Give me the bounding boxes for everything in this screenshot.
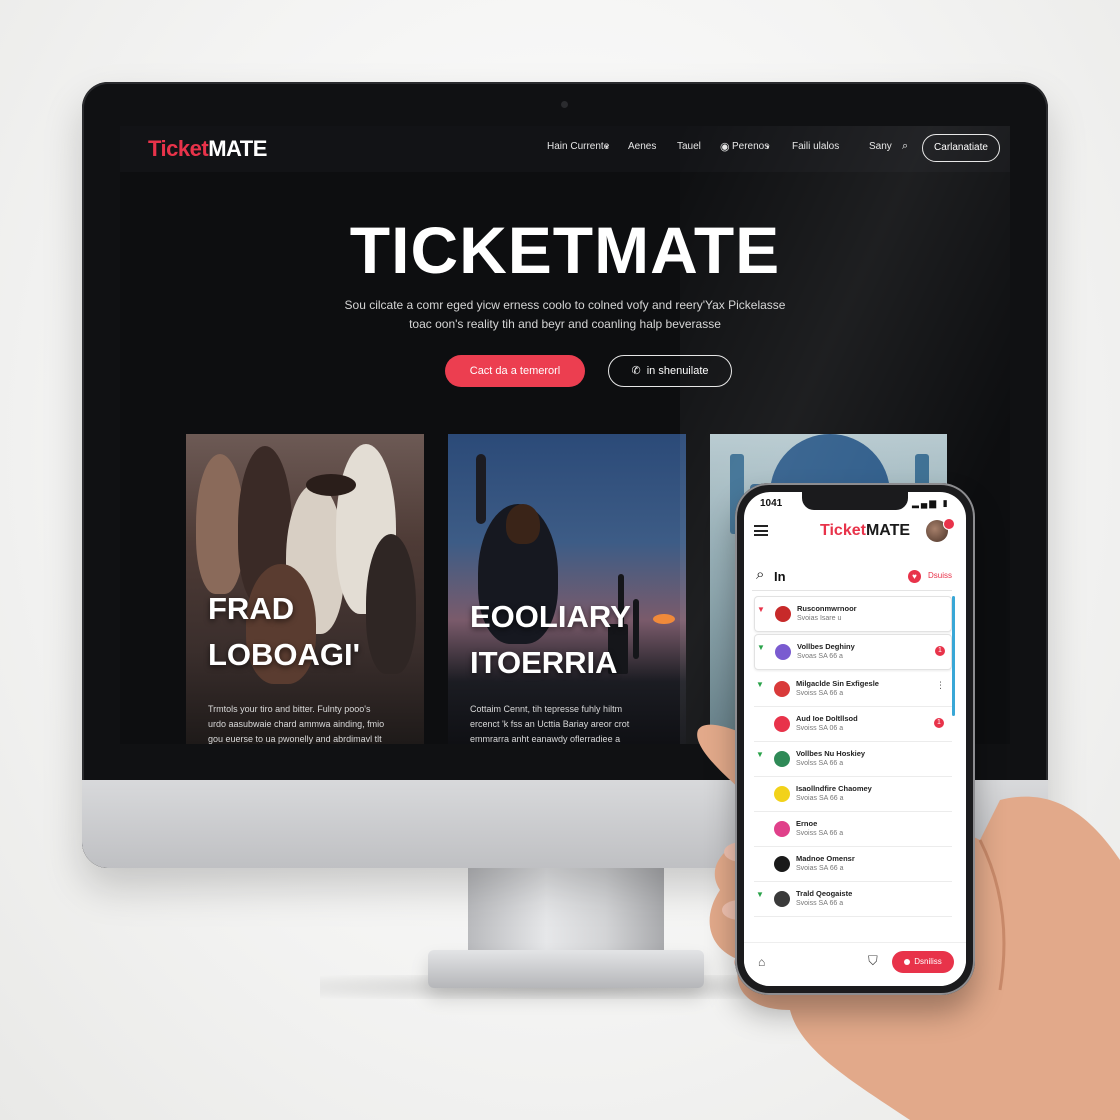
list-item-title: Vollbes Deghiny bbox=[797, 642, 855, 651]
nav-cta-button[interactable]: Carlanatiate bbox=[922, 134, 1000, 162]
event-thumbnail-icon bbox=[774, 716, 790, 732]
secondary-cta-button[interactable]: ✆ in shenuilate bbox=[608, 355, 732, 387]
status-bar-icons: ▂▄▆ ▮ bbox=[912, 498, 950, 508]
site-navbar: TicketMATE Hain Currente ▾ Aenes Tauel ◉… bbox=[120, 126, 1010, 172]
secondary-cta-label: in shenuilate bbox=[646, 365, 709, 377]
status-bar-time: 1041 bbox=[760, 498, 783, 509]
nav-link-3[interactable]: Tauel bbox=[677, 141, 701, 152]
list-item-subtitle: Svoiss SA 66 a bbox=[796, 690, 844, 697]
search-bar[interactable]: ⌕ In ♥ Dsuiss bbox=[752, 564, 952, 591]
search-icon: ⌕ bbox=[756, 566, 765, 583]
chevron-down-icon: ▾ bbox=[766, 144, 770, 151]
nav-link-6[interactable]: Sany bbox=[869, 141, 892, 152]
menu-icon[interactable] bbox=[754, 525, 768, 536]
event-thumbnail-icon bbox=[775, 606, 791, 622]
app-logo-part-mate: MATE bbox=[865, 522, 911, 539]
list-item-title: Madnoe Omensr bbox=[796, 854, 855, 863]
event-card-1-description: Trmtols your tiro and bitter. Fulnty poo… bbox=[208, 704, 385, 744]
event-thumbnail-icon bbox=[774, 681, 790, 697]
list-item-title: Rusconmwrnoor bbox=[797, 604, 857, 613]
logo-part-mate: MATE bbox=[208, 136, 267, 161]
list-item-title: Ernoe bbox=[796, 819, 818, 828]
site-logo[interactable]: TicketMATE bbox=[148, 136, 267, 162]
checkmark-icon: ▼ bbox=[756, 750, 764, 759]
bottom-tab-bar: ⌂ ⛉ Dsniliss bbox=[744, 942, 966, 986]
event-thumbnail-icon bbox=[774, 856, 790, 872]
event-thumbnail-icon bbox=[774, 891, 790, 907]
checkmark-icon: ▼ bbox=[757, 605, 765, 614]
checkmark-icon: ▼ bbox=[756, 680, 764, 689]
list-item-title: Isaollndfire Chaomey bbox=[796, 784, 872, 793]
tab-cta-button[interactable]: Dsniliss bbox=[892, 951, 954, 973]
nav-link-1[interactable]: Hain Currente bbox=[547, 141, 609, 152]
phone-notch bbox=[802, 492, 908, 510]
monitor-stand-base bbox=[428, 950, 704, 988]
list-item-subtitle: Svoiss SA 66 a bbox=[796, 900, 844, 907]
list-item-badge: 1 bbox=[934, 718, 944, 728]
list-item[interactable]: Ernoe Svoiss SA 66 a bbox=[754, 812, 952, 847]
nav-link-5[interactable]: Faili ulalos bbox=[792, 141, 839, 152]
list-item[interactable]: ▼ Vollbes Nu Hoskiey Svolss SA 66 a bbox=[754, 742, 952, 777]
app-logo-part-ticket: Ticket bbox=[820, 522, 866, 539]
hero-subtitle-line-2: toac oon's reality tih and beyr and coan… bbox=[409, 317, 721, 331]
event-card-1-title: FRAD LOBOAGI' bbox=[208, 591, 361, 672]
list-item[interactable]: ▼ Vollbes Deghiny Svoas SA 66 a 1 bbox=[754, 634, 952, 670]
nav-link-4[interactable]: Perenos bbox=[732, 141, 769, 152]
search-icon[interactable]: ⌕ bbox=[902, 140, 908, 153]
heart-icon[interactable]: ♥ bbox=[908, 570, 921, 583]
hero-subtitle-line-1: Sou cilcate a comr eged yicw erness cool… bbox=[344, 298, 786, 312]
list-item[interactable]: Madnoe Omensr Svoias SA 66 a bbox=[754, 847, 952, 882]
primary-cta-button[interactable]: Cact da a temerorl bbox=[445, 355, 585, 387]
more-icon[interactable]: ⋮ bbox=[936, 680, 945, 691]
dot-icon bbox=[904, 958, 911, 965]
event-card-1[interactable]: FRAD LOBOAGI' Trmtols your tiro and bitt… bbox=[186, 434, 424, 744]
list-item[interactable]: Isaollndfire Chaomey Svoias SA 66 a bbox=[754, 777, 952, 812]
list-item-subtitle: Svoiss SA 06 a bbox=[796, 725, 844, 732]
list-item-subtitle: Svoiss SA 66 a bbox=[796, 830, 844, 837]
list-item[interactable]: ▼ Rusconmwrnoor Svoias Isare u bbox=[754, 596, 952, 632]
event-card-2[interactable]: EOOLIARY ITOERRIA Cottaim Cennt, tih tep… bbox=[448, 434, 686, 744]
hero-title: TICKETMATE bbox=[349, 213, 781, 287]
list-item-subtitle: Svoas SA 66 a bbox=[797, 653, 843, 660]
list-item-title: Milgaclde Sin Exfigesle bbox=[796, 679, 879, 688]
notification-badge bbox=[943, 518, 955, 530]
mobile-app-screen: 1041 ▂▄▆ ▮ TicketMATE ⌕ In ♥ Dsuiss ▼ Rus… bbox=[744, 492, 966, 986]
event-list: ▼ Rusconmwrnoor Svoias Isare u ▼ Vollbes Deg… bbox=[754, 596, 952, 936]
app-logo: TicketMATE bbox=[820, 522, 910, 540]
event-thumbnail-icon bbox=[774, 821, 790, 837]
globe-icon: ◉ bbox=[720, 141, 730, 153]
list-item[interactable]: ▼ Trald Qeogaiste Svoiss SA 66 a bbox=[754, 882, 952, 917]
list-item-title: Trald Qeogaiste bbox=[796, 889, 853, 898]
list-item-badge: 1 bbox=[935, 646, 945, 656]
list-item-subtitle: Svoias Isare u bbox=[797, 615, 842, 622]
logo-part-ticket: Ticket bbox=[148, 136, 209, 161]
shield-icon[interactable]: ⛉ bbox=[868, 953, 878, 969]
nav-link-2[interactable]: Aenes bbox=[628, 141, 656, 152]
checkmark-icon: ▼ bbox=[757, 643, 765, 652]
list-item[interactable]: Aud Ioe Doltllsod Svoiss SA 06 a 1 bbox=[754, 707, 952, 742]
event-card-2-title: EOOLIARY ITOERRIA bbox=[470, 599, 631, 680]
filter-label[interactable]: Dsuiss bbox=[928, 571, 952, 580]
list-item-subtitle: Svolss SA 66 a bbox=[796, 760, 844, 767]
event-card-2-description: Cottaim Cennt, tih tepresse fuhly hiltm … bbox=[470, 704, 630, 744]
scrollbar[interactable] bbox=[952, 596, 955, 716]
webcam-icon bbox=[561, 101, 568, 108]
home-icon[interactable]: ⌂ bbox=[758, 955, 765, 969]
list-item[interactable]: ▼ Milgaclde Sin Exfigesle Svoiss SA 66 a ⋮ bbox=[754, 672, 952, 707]
list-item-title: Vollbes Nu Hoskiey bbox=[796, 749, 866, 758]
list-item-subtitle: Svoias SA 66 a bbox=[796, 795, 844, 802]
event-thumbnail-icon bbox=[774, 751, 790, 767]
monitor-stand bbox=[468, 866, 664, 958]
chevron-down-icon: ▾ bbox=[605, 144, 609, 151]
phone-icon: ✆ bbox=[631, 365, 641, 377]
hero-subtitle: Sou cilcate a comr eged yicw erness cool… bbox=[315, 296, 815, 334]
event-thumbnail-icon bbox=[774, 786, 790, 802]
event-thumbnail-icon bbox=[775, 644, 791, 660]
search-input[interactable]: In bbox=[774, 569, 786, 584]
tab-cta-label: Dsniliss bbox=[914, 957, 942, 966]
list-item-title: Aud Ioe Doltllsod bbox=[796, 714, 858, 723]
checkmark-icon: ▼ bbox=[756, 890, 764, 899]
list-item-subtitle: Svoias SA 66 a bbox=[796, 865, 844, 872]
